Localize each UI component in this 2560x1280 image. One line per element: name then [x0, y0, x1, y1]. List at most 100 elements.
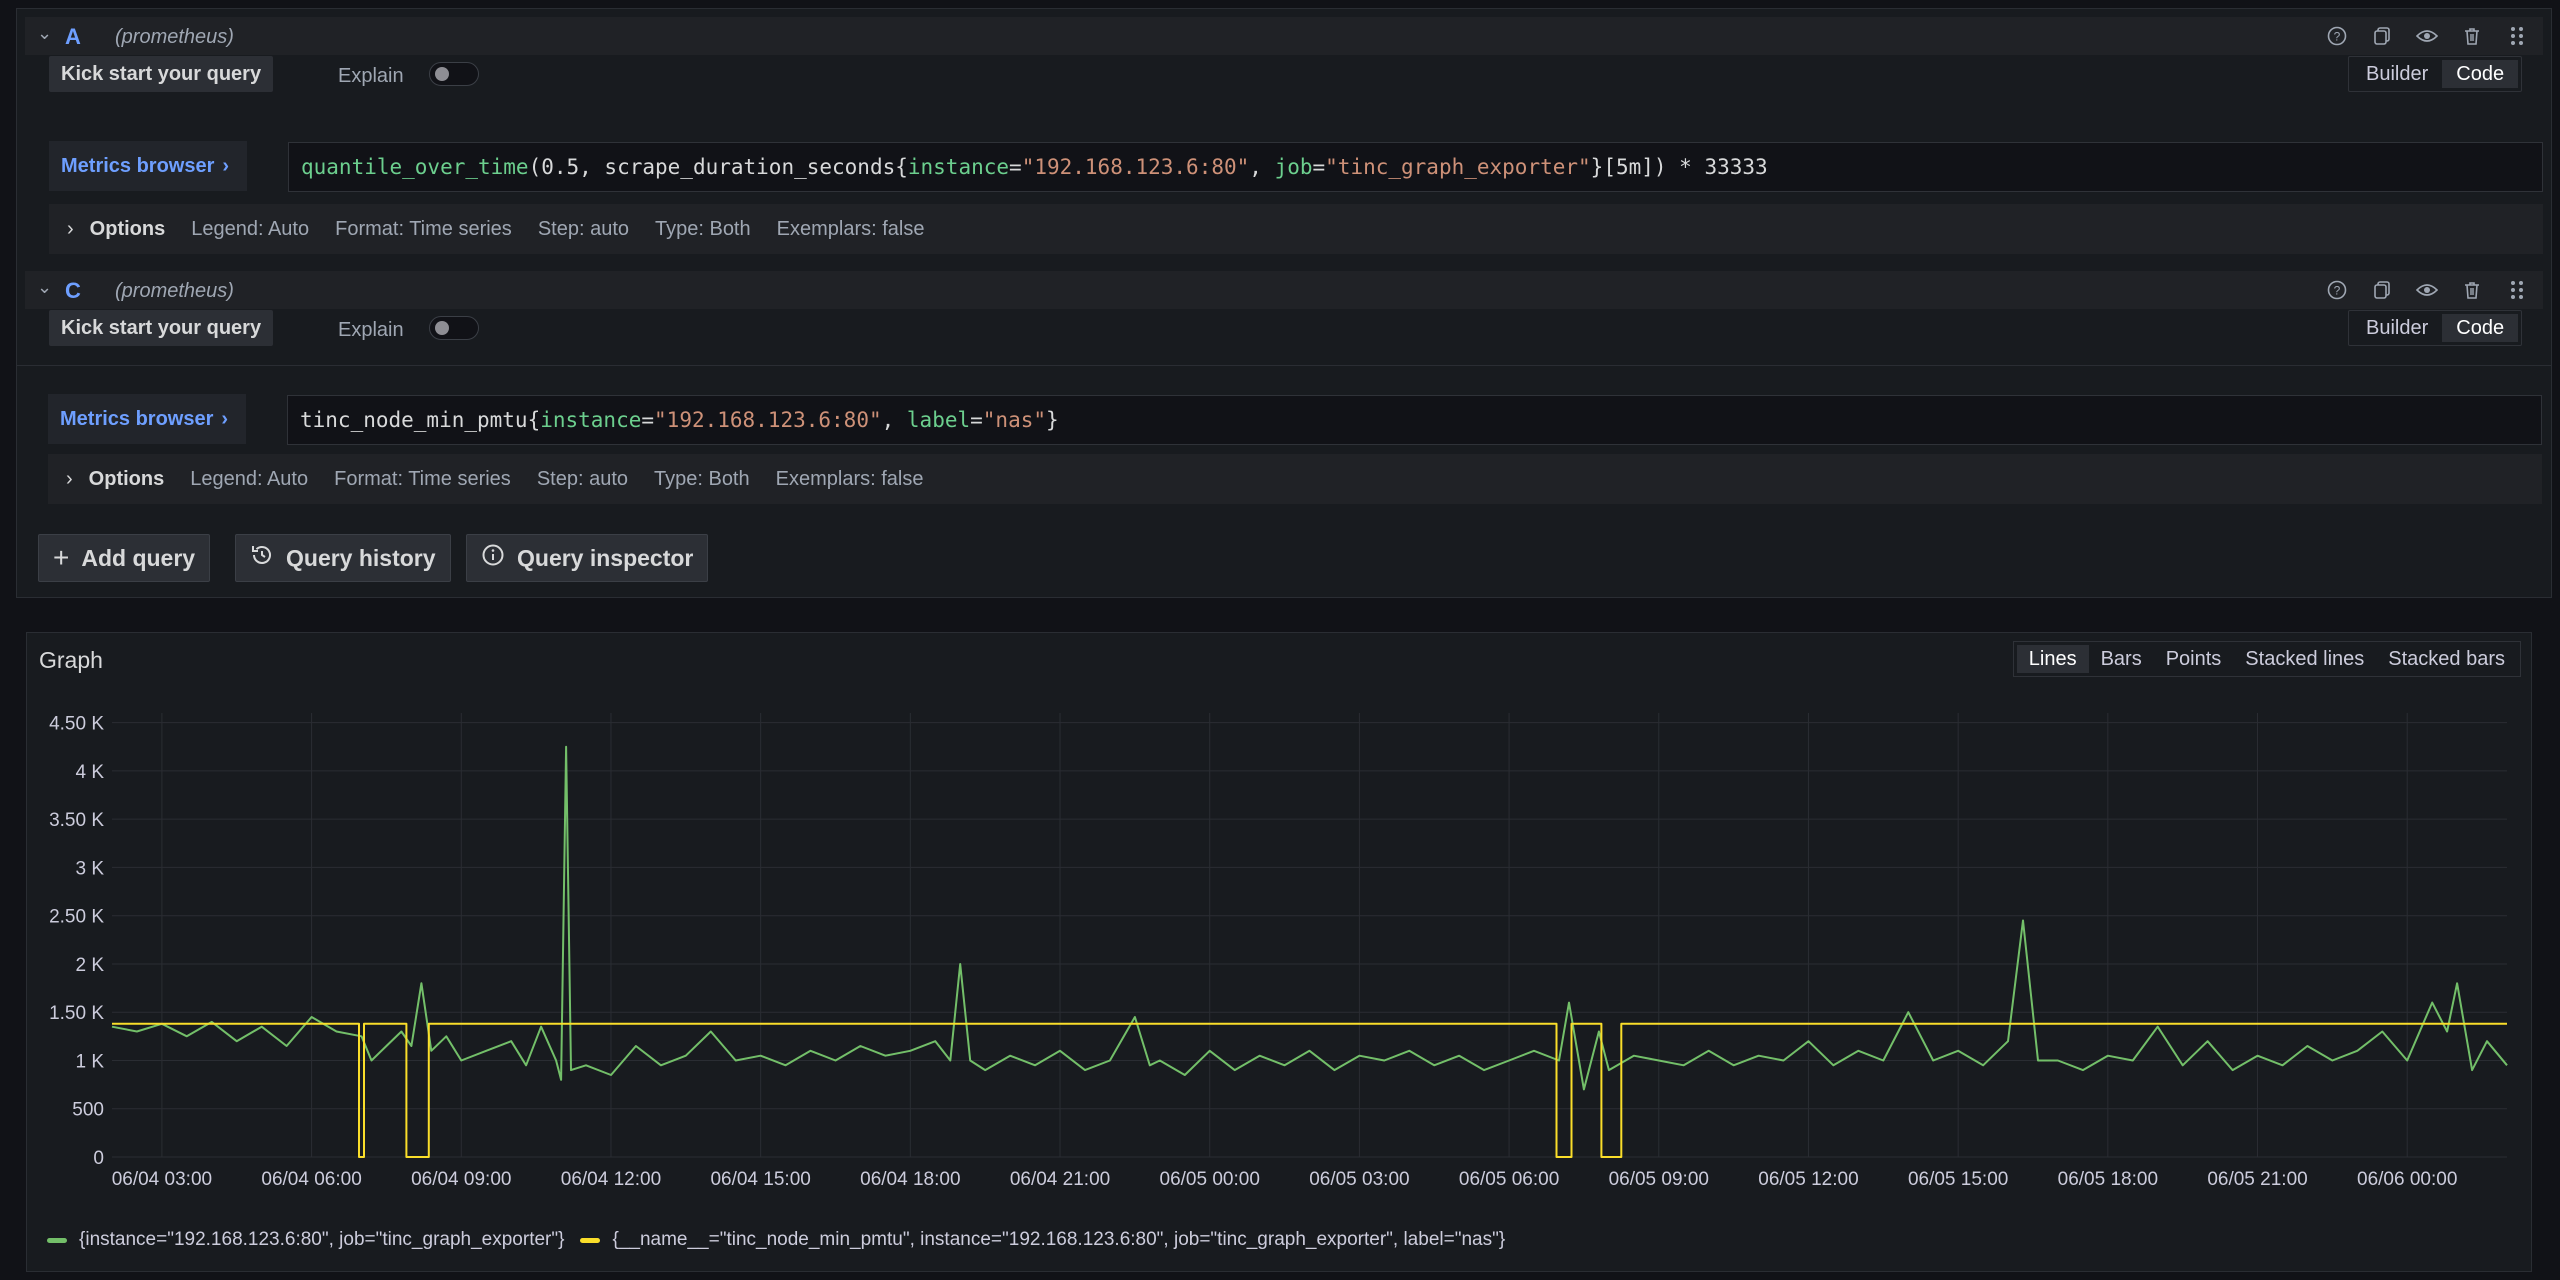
x-tick-label: 06/05 00:00	[1160, 1169, 1260, 1190]
query-letter[interactable]: C	[65, 278, 81, 304]
x-tick-label: 06/04 15:00	[710, 1169, 810, 1190]
x-tick-label: 06/04 06:00	[261, 1169, 361, 1190]
duplicate-icon[interactable]	[2368, 22, 2396, 50]
y-tick-label: 1 K	[75, 1051, 104, 1072]
query-row-header-c: ⌄ C (prometheus) ?	[25, 271, 2543, 309]
bars-mode-button[interactable]: Bars	[2089, 645, 2154, 673]
metrics-browser-label: Metrics browser	[60, 407, 214, 430]
eye-icon[interactable]	[2413, 276, 2441, 304]
editor-mode-switch: Builder Code	[2348, 310, 2523, 346]
legend-item-series-1[interactable]: {instance="192.168.123.6:80", job="tinc_…	[79, 1229, 564, 1251]
exemplars-option: Exemplars: false	[775, 467, 924, 490]
editor-mode-switch: Builder Code	[2348, 56, 2523, 92]
legend-option: Legend: Auto	[191, 217, 310, 240]
query-inspector-button[interactable]: Query inspector	[466, 534, 709, 582]
type-option: Type: Both	[654, 467, 750, 490]
eye-icon[interactable]	[2413, 22, 2441, 50]
query-history-label: Query history	[286, 544, 436, 571]
y-tick-label: 4 K	[75, 762, 104, 783]
x-tick-label: 06/05 03:00	[1309, 1169, 1409, 1190]
step-option: Step: auto	[537, 217, 629, 240]
metrics-browser-label: Metrics browser	[61, 154, 215, 177]
collapse-chevron-icon[interactable]: ⌄	[37, 23, 52, 44]
y-tick-label: 2 K	[75, 955, 104, 976]
trash-icon[interactable]	[2458, 22, 2486, 50]
y-tick-label: 4.50 K	[49, 714, 104, 735]
query-code-editor[interactable]: quantile_over_time (0.5, scrape_duration_…	[288, 142, 2543, 192]
query-letter[interactable]: A	[65, 24, 81, 50]
legend-swatch	[580, 1237, 601, 1243]
explain-toggle[interactable]	[429, 316, 479, 340]
chevron-right-icon: ›	[66, 467, 73, 490]
legend-item-series-2[interactable]: {__name__="tinc_node_min_pmtu", instance…	[612, 1229, 1505, 1251]
drag-handle-icon[interactable]	[2503, 276, 2531, 304]
explain-label: Explain	[338, 319, 404, 341]
query-editor-panel: ⌄ A (prometheus) ? Kick start your query…	[16, 8, 2552, 366]
trash-icon[interactable]	[2458, 276, 2486, 304]
chart-legend: {instance="192.168.123.6:80", job="tinc_…	[47, 1229, 1505, 1251]
plus-icon: +	[53, 542, 70, 573]
graph-panel: Graph Lines Bars Points Stacked lines St…	[26, 632, 2532, 1272]
x-tick-label: 06/05 18:00	[2058, 1169, 2158, 1190]
stacked-bars-mode-button[interactable]: Stacked bars	[2376, 645, 2517, 673]
metrics-browser-button[interactable]: Metrics browser ›	[48, 394, 246, 444]
x-tick-label: 06/04 21:00	[1010, 1169, 1110, 1190]
query-inspector-label: Query inspector	[517, 544, 694, 571]
series-line-2	[112, 1022, 2507, 1158]
y-tick-label: 0	[93, 1148, 104, 1169]
builder-mode-button[interactable]: Builder	[2352, 60, 2442, 88]
x-tick-label: 06/04 03:00	[112, 1169, 212, 1190]
kick-start-button[interactable]: Kick start your query	[49, 56, 274, 92]
info-icon	[481, 543, 505, 573]
step-option: Step: auto	[536, 467, 628, 490]
add-query-button[interactable]: + Add query	[38, 534, 211, 582]
x-tick-label: 06/05 21:00	[2207, 1169, 2307, 1190]
x-tick-label: 06/04 12:00	[561, 1169, 661, 1190]
x-tick-label: 06/06 00:00	[2357, 1169, 2457, 1190]
x-tick-label: 06/05 09:00	[1609, 1169, 1709, 1190]
y-tick-label: 2.50 K	[49, 907, 104, 928]
builder-mode-button[interactable]: Builder	[2352, 314, 2442, 342]
y-tick-label: 500	[72, 1100, 104, 1121]
format-option: Format: Time series	[335, 217, 512, 240]
help-icon[interactable]: ?	[2323, 276, 2351, 304]
query-history-button[interactable]: Query history	[235, 534, 451, 582]
x-tick-label: 06/04 09:00	[411, 1169, 511, 1190]
options-label: Options	[88, 467, 165, 490]
datasource-label: (prometheus)	[115, 280, 234, 302]
exemplars-option: Exemplars: false	[776, 217, 925, 240]
y-tick-label: 3.50 K	[49, 810, 104, 831]
x-tick-label: 06/05 15:00	[1908, 1169, 2008, 1190]
code-mode-button[interactable]: Code	[2442, 314, 2519, 342]
legend-option: Legend: Auto	[190, 467, 309, 490]
query-options-row[interactable]: › Options Legend: Auto Format: Time seri…	[49, 204, 2543, 254]
chevron-right-icon: ›	[67, 217, 74, 240]
add-query-label: Add query	[81, 544, 196, 571]
query-code-editor[interactable]: tinc_node_min_pmtu{instance = "192.168.123…	[287, 395, 2542, 445]
kick-start-button[interactable]: Kick start your query	[49, 310, 274, 346]
help-icon[interactable]: ?	[2323, 22, 2351, 50]
x-tick-label: 06/05 06:00	[1459, 1169, 1559, 1190]
duplicate-icon[interactable]	[2368, 276, 2396, 304]
lines-mode-button[interactable]: Lines	[2016, 645, 2089, 673]
x-tick-label: 06/05 12:00	[1758, 1169, 1858, 1190]
datasource-label: (prometheus)	[115, 26, 234, 48]
points-mode-button[interactable]: Points	[2154, 645, 2234, 673]
code-mode-button[interactable]: Code	[2442, 60, 2519, 88]
time-series-chart[interactable]: 0 500 1 K 1.50 K 2 K 2.50 K 3 K 3.50 K 4 K 4.50 K…	[27, 703, 2531, 1205]
query-row-header-a: ⌄ A (prometheus) ?	[25, 17, 2543, 55]
y-tick-label: 3 K	[75, 858, 104, 879]
explain-toggle[interactable]	[429, 62, 479, 86]
collapse-chevron-icon[interactable]: ⌄	[37, 277, 52, 298]
format-option: Format: Time series	[334, 467, 511, 490]
svg-text:?: ?	[2334, 284, 2341, 298]
stacked-lines-mode-button[interactable]: Stacked lines	[2233, 645, 2376, 673]
drag-handle-icon[interactable]	[2503, 22, 2531, 50]
metrics-browser-button[interactable]: Metrics browser ›	[49, 141, 247, 191]
explain-label: Explain	[338, 65, 404, 87]
type-option: Type: Both	[655, 217, 751, 240]
chevron-right-icon: ›	[222, 154, 230, 177]
y-tick-label: 1.50 K	[49, 1003, 104, 1024]
query-options-row[interactable]: › Options Legend: Auto Format: Time seri…	[48, 454, 2542, 504]
options-label: Options	[89, 217, 166, 240]
